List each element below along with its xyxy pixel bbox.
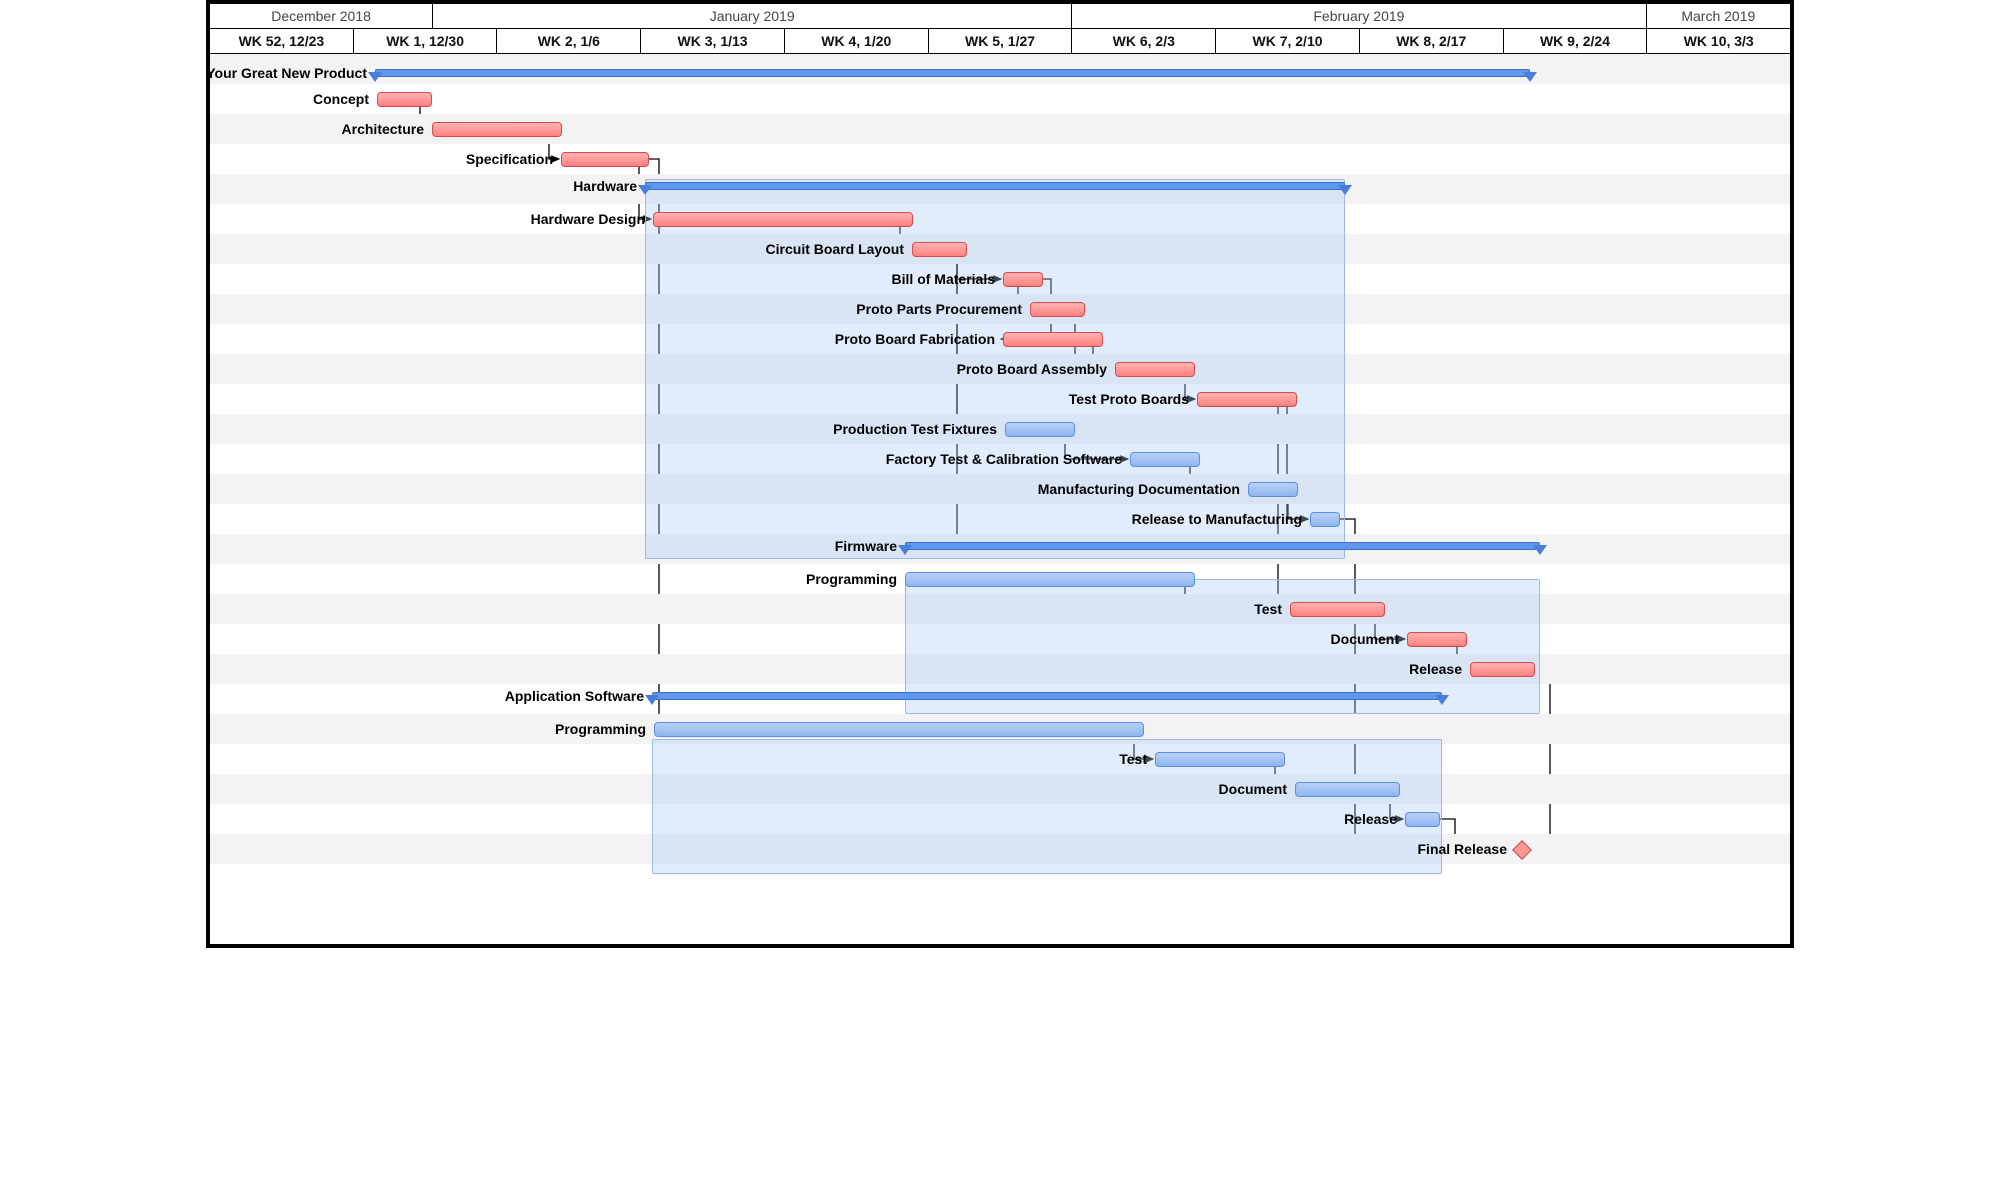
task-bar[interactable] [1310, 512, 1340, 527]
summary-label: Firmware [835, 538, 905, 554]
task-bar[interactable] [1470, 662, 1535, 677]
task-bar[interactable] [377, 92, 432, 107]
task-bar[interactable] [1155, 752, 1285, 767]
project-summary-label: Your Great New Product [206, 65, 375, 81]
task-label: Test Proto Boards [1069, 391, 1197, 407]
summary-bar[interactable] [645, 182, 1345, 190]
task-bar[interactable] [1405, 812, 1440, 827]
task-bar[interactable] [905, 572, 1195, 587]
task-bar[interactable] [1407, 632, 1467, 647]
task-bar[interactable] [912, 242, 967, 257]
summary-bar[interactable] [652, 692, 1442, 700]
task-bar[interactable] [1290, 602, 1385, 617]
task-label: Test [1254, 601, 1290, 617]
task-bar[interactable] [654, 722, 1144, 737]
month-cell: January 2019 [433, 4, 1072, 28]
summary-label: Hardware [573, 178, 645, 194]
weeks-header: WK 52, 12/23WK 1, 12/30WK 2, 1/6WK 3, 1/… [210, 29, 1790, 54]
week-cell: WK 10, 3/3 [1647, 29, 1790, 53]
week-cell: WK 1, 12/30 [354, 29, 498, 53]
week-cell: WK 2, 1/6 [497, 29, 641, 53]
task-bar[interactable] [1003, 272, 1043, 287]
task-label: Release [1344, 811, 1405, 827]
week-cell: WK 6, 2/3 [1072, 29, 1216, 53]
task-label: Test [1119, 751, 1155, 767]
week-cell: WK 9, 2/24 [1504, 29, 1648, 53]
summary-bar[interactable] [905, 542, 1540, 550]
week-cell: WK 52, 12/23 [210, 29, 354, 53]
task-label: Bill of Materials [892, 271, 1003, 287]
task-label: Release [1409, 661, 1470, 677]
task-label: Circuit Board Layout [766, 241, 912, 257]
task-bar[interactable] [432, 122, 562, 137]
task-bar[interactable] [1003, 332, 1103, 347]
task-bar[interactable] [1248, 482, 1298, 497]
week-cell: WK 3, 1/13 [641, 29, 785, 53]
task-bar[interactable] [1115, 362, 1195, 377]
task-label: Document [1331, 631, 1407, 647]
task-label: Architecture [342, 121, 432, 137]
task-label: Release to Manufacturing [1132, 511, 1310, 527]
task-bar[interactable] [1005, 422, 1075, 437]
task-label: Production Test Fixtures [833, 421, 1005, 437]
week-cell: WK 8, 2/17 [1360, 29, 1504, 53]
milestone-label: Final Release [1418, 841, 1516, 857]
task-bar[interactable] [1197, 392, 1297, 407]
task-label: Hardware Design [531, 211, 653, 227]
task-label: Document [1219, 781, 1295, 797]
month-cell: February 2019 [1072, 4, 1646, 28]
task-bar[interactable] [1030, 302, 1085, 317]
week-cell: WK 4, 1/20 [785, 29, 929, 53]
task-label: Proto Board Fabrication [835, 331, 1003, 347]
task-label: Proto Parts Procurement [856, 301, 1030, 317]
week-cell: WK 7, 2/10 [1216, 29, 1360, 53]
task-label: Factory Test & Calibration Software [886, 451, 1130, 467]
months-header: December 2018January 2019February 2019Ma… [210, 4, 1790, 29]
task-bar[interactable] [561, 152, 649, 167]
task-label: Programming [555, 721, 654, 737]
month-cell: December 2018 [210, 4, 433, 28]
summary-label: Application Software [505, 688, 652, 704]
task-bar[interactable] [653, 212, 913, 227]
week-cell: WK 5, 1/27 [929, 29, 1073, 53]
task-label: Proto Board Assembly [957, 361, 1115, 377]
group-box [652, 739, 1442, 874]
task-label: Concept [313, 91, 377, 107]
task-label: Manufacturing Documentation [1038, 481, 1248, 497]
task-label: Specification [466, 151, 561, 167]
task-label: Programming [806, 571, 905, 587]
month-cell: March 2019 [1647, 4, 1790, 28]
task-bar[interactable] [1130, 452, 1200, 467]
gantt-canvas: Your Great New ProductHardwareFirmwareAp… [210, 54, 1790, 942]
task-bar[interactable] [1295, 782, 1400, 797]
